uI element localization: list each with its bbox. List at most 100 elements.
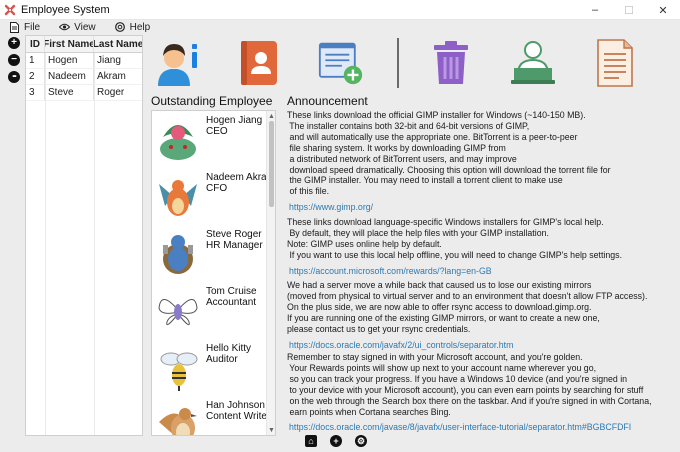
list-item[interactable]: Tom Cruise Accountant — [152, 284, 268, 340]
main-toolbar — [150, 38, 640, 88]
announcement-line: a distributed network of BitTorrent user… — [287, 153, 517, 164]
announcement-line: (moved from physical to virtual server a… — [287, 290, 648, 301]
butterfree-icon — [155, 288, 201, 334]
announcement-line: of this file. — [287, 186, 330, 197]
venusaur-icon — [155, 117, 201, 163]
menu-help-label: Help — [129, 21, 151, 33]
column-divider — [45, 53, 46, 435]
employee-role: Accountant — [206, 297, 257, 308]
announcement-line: If you are running one of the existing G… — [287, 312, 600, 323]
remove-icon[interactable]: − — [8, 54, 20, 66]
home-icon[interactable]: ⌂ — [305, 435, 317, 447]
announcement-line: These links download the official GIMP i… — [287, 110, 586, 120]
minimize-button[interactable]: – — [578, 0, 612, 20]
beedrill-icon — [155, 345, 201, 391]
column-header-first-name[interactable]: First Name — [45, 36, 94, 52]
cell-id: 2 — [26, 69, 45, 84]
scroll-down-icon[interactable]: ▼ — [268, 426, 275, 434]
table-row[interactable]: 2 Nadeem Akram — [26, 69, 142, 85]
announcement-link[interactable]: https://docs.oracle.com/javase/8/javafx/… — [287, 422, 667, 433]
announcement-line: The installer contains both 32-bit and 6… — [287, 120, 530, 131]
announcement-link[interactable]: https://www.gimp.org/ — [287, 202, 667, 213]
announcement-line: If you want to use this local help offli… — [287, 249, 623, 260]
announcement-line: By default, they will place the help fil… — [287, 227, 549, 238]
settings-icon[interactable]: ⚙ — [355, 435, 367, 447]
table-header: ID First Name Last Name — [26, 36, 142, 53]
column-divider — [94, 53, 95, 435]
menu-bar: File View Help — [0, 20, 680, 34]
list-item[interactable]: Nadeem Akram CFO — [152, 170, 275, 226]
announcement-paragraph: We had a server move a while back that c… — [287, 280, 667, 350]
announcement-title: Announcement — [287, 94, 368, 108]
column-header-last-name[interactable]: Last Name — [94, 36, 142, 52]
user-laptop-icon[interactable] — [510, 38, 556, 88]
menu-view[interactable]: View — [59, 22, 96, 33]
outstanding-employee-title: Outstanding Employee — [151, 94, 273, 108]
announcement-line: We had a server move a while back that c… — [287, 280, 592, 290]
employee-name: Hogen Jiang — [206, 115, 263, 126]
table-row[interactable]: 1 Hogen Jiang — [26, 53, 142, 69]
window-title: Employee System — [21, 3, 110, 16]
list-item[interactable]: Hogen Jiang CEO — [152, 113, 268, 169]
add-note-icon[interactable] — [318, 38, 364, 88]
scroll-thumb[interactable] — [269, 121, 274, 207]
announcement-line: Your Rewards points will show up next to… — [287, 362, 597, 373]
announcement-line: so you can track your progress. If you h… — [287, 373, 628, 384]
list-item[interactable]: Hello Kitty Auditor — [152, 341, 268, 397]
announcement-line: Remember to stay signed in with your Mic… — [287, 352, 583, 362]
announcement-line: On the plus side, we are now able to off… — [287, 301, 592, 312]
charizard-icon — [155, 174, 201, 220]
list-item[interactable]: Steve Roger HR Manager — [152, 227, 268, 283]
list-item[interactable]: Han Johnson Content Writer — [152, 398, 270, 435]
cell-id: 3 — [26, 85, 45, 100]
scroll-up-icon[interactable]: ▲ — [268, 112, 275, 120]
announcement-line: These links download language-specific W… — [287, 217, 604, 227]
eye-icon — [59, 22, 71, 33]
maximize-button[interactable]: ☐ — [612, 0, 646, 20]
side-toolbar: + − ••• — [8, 37, 22, 83]
toolbar-separator — [397, 38, 399, 88]
announcement-line: please contact us to get your rsync cred… — [287, 323, 471, 334]
list-scrollbar[interactable]: ▲ ▼ — [266, 111, 275, 435]
announcement-paragraph: Remember to stay signed in with your Mic… — [287, 352, 667, 433]
announcement-line: the GIMP installer. You may need to inst… — [287, 175, 563, 186]
document-icon[interactable] — [592, 38, 638, 88]
cell-first-name: Nadeem — [45, 69, 94, 84]
help-icon — [115, 22, 126, 33]
more-icon[interactable]: ••• — [8, 71, 20, 83]
outstanding-employee-list[interactable]: Hogen Jiang CEO Nadeem Akram CFO Steve R… — [151, 110, 276, 436]
trash-icon[interactable] — [428, 38, 474, 88]
blastoise-icon — [155, 231, 201, 277]
announcement-line: download speed dramatically. Choosing th… — [287, 164, 611, 175]
employee-name: Steve Roger — [206, 229, 262, 240]
cell-first-name: Steve — [45, 85, 94, 100]
employee-role: CFO — [206, 183, 228, 194]
announcement-link[interactable]: https://account.microsoft.com/rewards/?l… — [287, 266, 667, 277]
cell-last-name: Roger — [97, 87, 125, 98]
employee-name: Tom Cruise — [206, 286, 257, 297]
employee-table[interactable]: ID First Name Last Name 1 Hogen Jiang 2 … — [25, 35, 143, 436]
close-button[interactable]: ✕ — [646, 0, 680, 20]
employee-name: Nadeem Akram — [206, 172, 275, 183]
menu-help[interactable]: Help — [115, 21, 151, 33]
add-icon[interactable]: + — [330, 435, 342, 447]
user-info-icon[interactable] — [154, 38, 200, 88]
employee-role: HR Manager — [206, 240, 263, 251]
contact-book-icon[interactable] — [236, 38, 282, 88]
announcement-link[interactable]: https://docs.oracle.com/javafx/2/ui_cont… — [287, 340, 667, 351]
announcement-line: Note: GIMP uses online help by default. — [287, 238, 442, 249]
cell-id: 1 — [26, 53, 45, 68]
pidgeotto-icon — [155, 402, 201, 435]
menu-file[interactable]: File — [9, 21, 40, 33]
cell-last-name: Jiang — [97, 55, 121, 66]
cell-first-name: Hogen — [45, 53, 94, 68]
employee-name: Han Johnson — [206, 400, 265, 411]
announcement-paragraph: These links download the official GIMP i… — [287, 110, 667, 213]
add-icon[interactable]: + — [8, 37, 20, 49]
table-row[interactable]: 3 Steve Roger — [26, 85, 142, 101]
menu-view-label: View — [74, 21, 96, 33]
announcement-line: file sharing system. It works by downloa… — [287, 142, 506, 153]
column-header-id[interactable]: ID — [26, 36, 45, 52]
announcement-paragraph: These links download language-specific W… — [287, 217, 667, 277]
title-bar: Employee System – ☐ ✕ — [0, 0, 680, 20]
